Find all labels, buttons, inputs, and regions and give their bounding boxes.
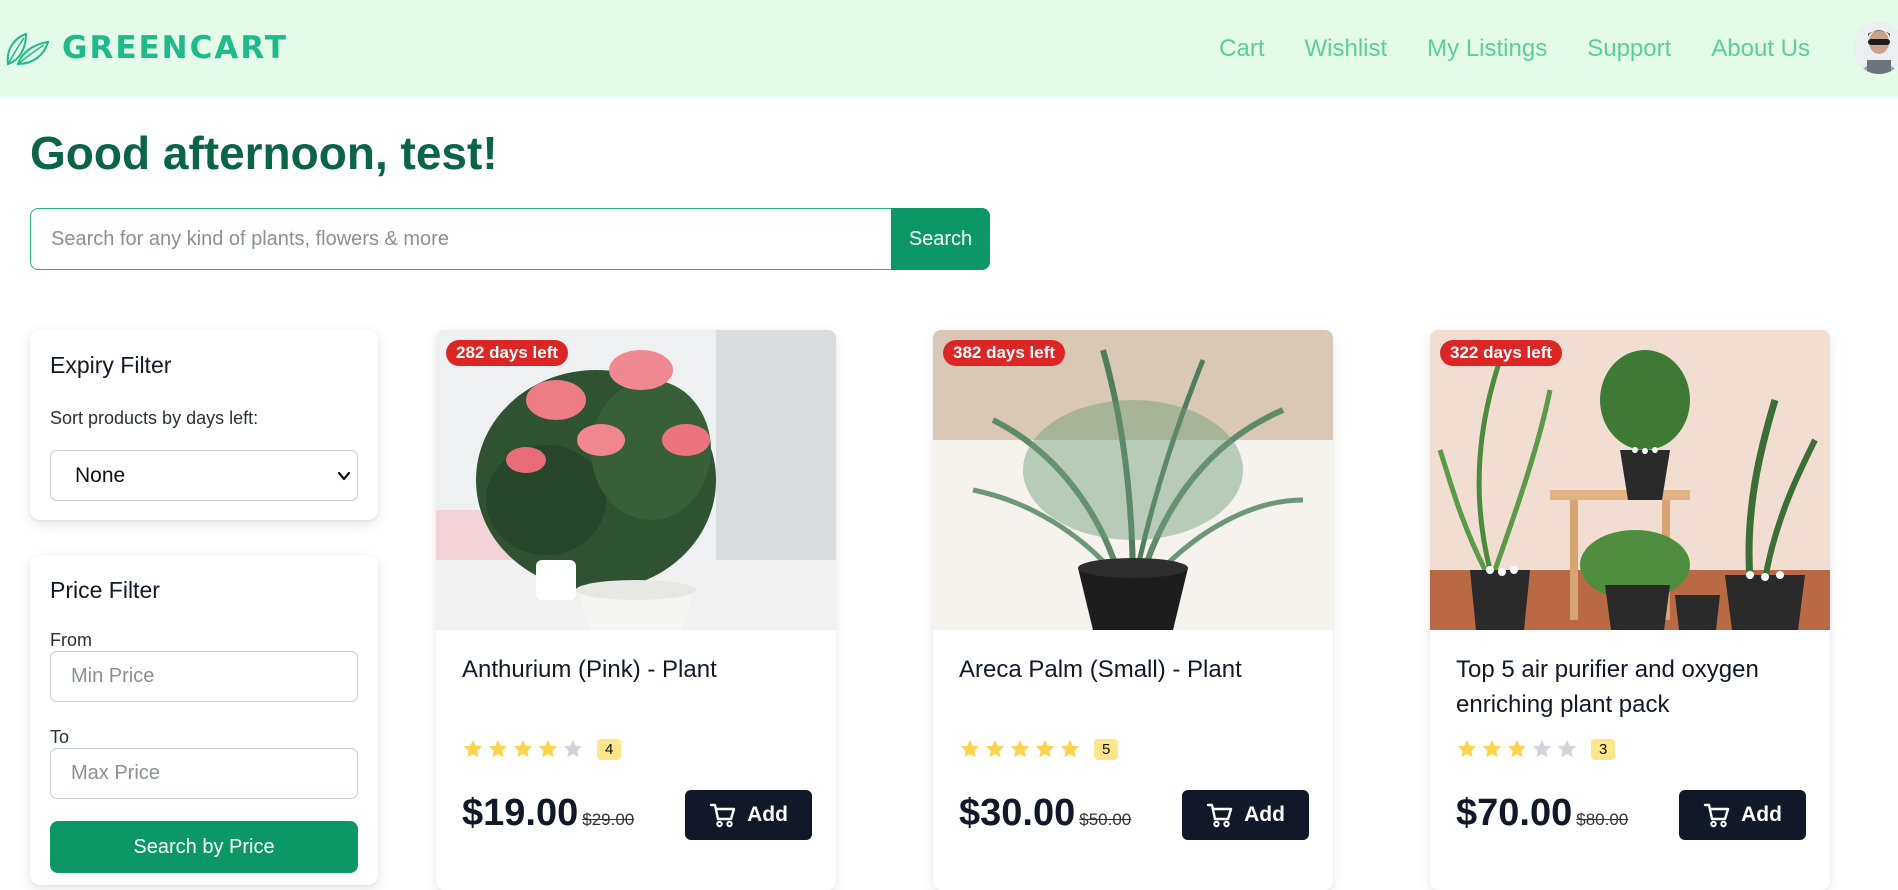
star-filled-icon	[1457, 739, 1477, 758]
current-price: $30.00	[959, 792, 1076, 834]
star-filled-icon	[1507, 739, 1527, 758]
days-left-badge: 382 days left	[943, 340, 1066, 366]
brand-name: GREENCART	[62, 30, 288, 66]
cart-icon	[709, 803, 736, 828]
cart-icon	[1206, 803, 1233, 828]
add-button-label: Add	[1244, 803, 1285, 826]
expiry-filter-label: Sort products by days left:	[50, 408, 259, 428]
product-price: $19.00 $29.00	[462, 792, 634, 835]
nav-link-about-us[interactable]: About Us	[1711, 35, 1810, 63]
user-avatar[interactable]	[1853, 22, 1898, 74]
product-image[interactable]: 382 days left	[933, 330, 1333, 630]
search-bar: Search	[30, 208, 990, 270]
search-button[interactable]: Search	[891, 208, 990, 270]
expiry-filter-panel: Expiry Filter Sort products by days left…	[30, 330, 378, 520]
current-price: $70.00	[1456, 792, 1573, 834]
nav-link-cart[interactable]: Cart	[1219, 35, 1264, 63]
price-to-label: To	[50, 727, 70, 747]
cart-icon	[1703, 803, 1730, 828]
star-filled-icon	[488, 739, 508, 758]
add-to-cart-button[interactable]: Add	[1679, 790, 1806, 840]
current-price: $19.00	[462, 792, 579, 834]
original-price: $80.00	[1576, 810, 1629, 829]
page-greeting: Good afternoon, test!	[30, 127, 498, 179]
product-title[interactable]: Top 5 air purifier and oxygen enriching …	[1456, 652, 1806, 722]
price-from-label: From	[50, 630, 92, 650]
star-filled-icon	[1482, 739, 1502, 758]
user-avatar-icon	[1853, 22, 1898, 74]
rating-value: 3	[1591, 738, 1616, 760]
star-filled-icon	[538, 739, 558, 758]
add-button-label: Add	[747, 803, 788, 826]
product-price: $30.00 $50.00	[959, 792, 1131, 835]
product-price: $70.00 $80.00	[1456, 792, 1628, 835]
product-title[interactable]: Areca Palm (Small) - Plant	[959, 652, 1309, 687]
expiry-sort-select[interactable]: None	[50, 450, 358, 501]
price-filter-title: Price Filter	[50, 577, 160, 603]
star-filled-icon	[1010, 739, 1030, 758]
star-filled-icon	[985, 739, 1005, 758]
star-filled-icon	[1035, 739, 1055, 758]
search-input[interactable]	[30, 208, 891, 270]
rating-value: 5	[1094, 738, 1119, 760]
price-filter-panel: Price Filter From To Search by Price	[30, 555, 378, 885]
star-filled-icon	[463, 739, 483, 758]
anthurium-plant-image	[436, 330, 836, 630]
star-filled-icon	[960, 739, 980, 758]
chevron-down-icon	[337, 471, 351, 481]
brand-logo[interactable]: GREENCART	[4, 30, 288, 66]
product-card[interactable]: 282 days left Anthurium (Pink) - Plant 4…	[436, 330, 836, 890]
min-price-input[interactable]	[50, 651, 358, 702]
add-to-cart-button[interactable]: Add	[1182, 790, 1309, 840]
add-button-label: Add	[1741, 803, 1782, 826]
original-price: $50.00	[1079, 810, 1132, 829]
product-card[interactable]: 322 days left Top 5 air purifier and oxy…	[1430, 330, 1830, 890]
nav-link-wishlist[interactable]: Wishlist	[1305, 35, 1388, 63]
areca-palm-image	[933, 330, 1333, 630]
rating-stars: 5	[959, 738, 1119, 760]
add-to-cart-button[interactable]: Add	[685, 790, 812, 840]
star-empty-icon	[1532, 739, 1552, 758]
plant-pack-image	[1430, 330, 1830, 630]
rating-value: 4	[597, 738, 622, 760]
max-price-input[interactable]	[50, 748, 358, 799]
product-card[interactable]: 382 days left Areca Palm (Small) - Plant…	[933, 330, 1333, 890]
product-image[interactable]: 282 days left	[436, 330, 836, 630]
star-filled-icon	[1060, 739, 1080, 758]
leaf-icon	[6, 32, 50, 66]
search-by-price-button[interactable]: Search by Price	[50, 821, 358, 873]
star-filled-icon	[513, 739, 533, 758]
top-navbar: GREENCART Cart Wishlist My Listings Supp…	[0, 0, 1898, 97]
nav-link-support[interactable]: Support	[1587, 35, 1671, 63]
product-title[interactable]: Anthurium (Pink) - Plant	[462, 652, 812, 687]
original-price: $29.00	[582, 810, 635, 829]
star-empty-icon	[563, 739, 583, 758]
nav-link-my-listings[interactable]: My Listings	[1427, 35, 1547, 63]
days-left-badge: 322 days left	[1440, 340, 1563, 366]
rating-stars: 4	[462, 738, 622, 760]
rating-stars: 3	[1456, 738, 1616, 760]
nav-links: Cart Wishlist My Listings Support About …	[1219, 0, 1810, 97]
days-left-badge: 282 days left	[446, 340, 569, 366]
product-image[interactable]: 322 days left	[1430, 330, 1830, 630]
expiry-filter-title: Expiry Filter	[50, 352, 172, 378]
star-empty-icon	[1557, 739, 1577, 758]
expiry-sort-value: None	[75, 463, 126, 487]
